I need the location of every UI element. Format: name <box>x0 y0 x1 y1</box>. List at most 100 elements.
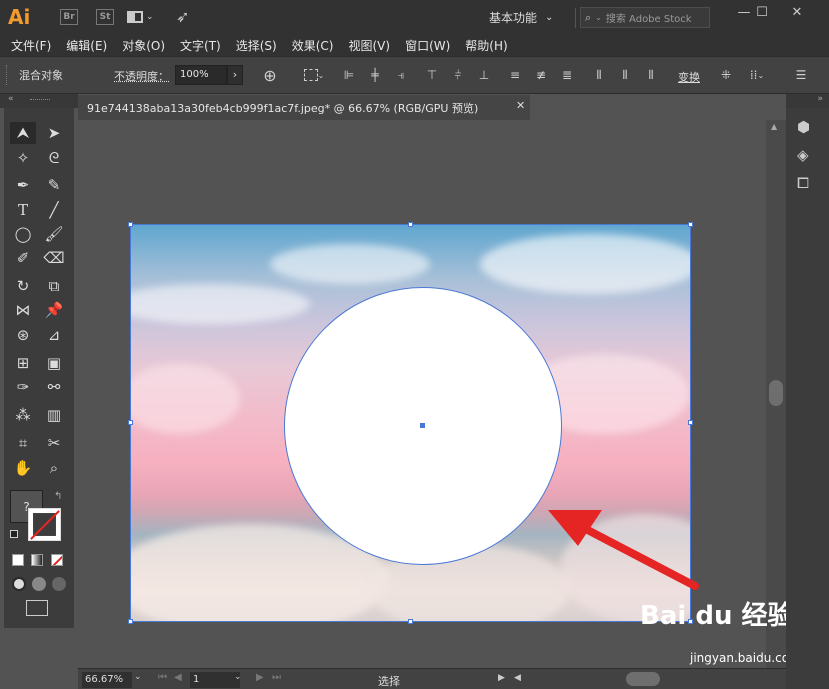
swap-fill-stroke-icon[interactable]: ↰ <box>54 491 62 502</box>
puppet-warp-tool-icon[interactable]: 📌 <box>42 299 66 321</box>
recolor-artwork-icon[interactable]: ⊕ <box>261 66 279 85</box>
menu-object[interactable]: 对象(O) <box>122 37 165 54</box>
distribute-left-icon[interactable]: ⦀ <box>590 66 608 84</box>
resize-handle[interactable] <box>128 619 133 624</box>
distribute-center-icon[interactable]: ≢ <box>532 66 550 84</box>
distribute-top-icon[interactable]: ≡ <box>506 66 524 84</box>
next-page-icon[interactable]: ▶ <box>256 672 264 683</box>
transform-link[interactable]: 变换 <box>678 69 700 85</box>
scroll-left-icon[interactable]: ◀ <box>514 673 521 683</box>
horizontal-scrollbar-thumb[interactable] <box>626 672 660 686</box>
lasso-tool-icon[interactable]: ᘓ <box>42 147 66 169</box>
chevron-down-icon[interactable]: ⌄ <box>134 672 142 682</box>
align-left-icon[interactable]: ⊫ <box>340 66 358 84</box>
column-graph-tool-icon[interactable]: ▥ <box>42 404 66 426</box>
panel-menu-icon[interactable]: ☰ <box>792 66 810 84</box>
shaper-tool-icon[interactable]: ✐ <box>11 247 35 269</box>
direct-selection-tool-icon[interactable]: ➤ <box>42 122 66 144</box>
zoom-tool-icon[interactable]: ⌕ <box>42 457 66 479</box>
line-tool-icon[interactable]: ╱ <box>42 199 66 221</box>
prev-page-icon[interactable]: ◀ <box>174 672 182 683</box>
rocket-icon[interactable]: ➶ <box>176 7 189 26</box>
menu-file[interactable]: 文件(F) <box>11 37 51 54</box>
stock-search-input[interactable]: ⌕ ⌄ 搜索 Adobe Stock <box>580 7 710 28</box>
align-to-selection-icon[interactable]: ⌄ <box>302 66 326 84</box>
type-tool-icon[interactable]: T <box>11 199 35 221</box>
right-panel-collapse-bar[interactable]: » <box>786 94 829 108</box>
resize-handle[interactable] <box>408 222 413 227</box>
menu-effect[interactable]: 效果(C) <box>292 37 334 54</box>
screen-mode-icon[interactable] <box>26 600 48 616</box>
slice-tool-icon[interactable]: ✂ <box>42 432 66 454</box>
bridge-app-button[interactable]: Br <box>60 9 78 25</box>
menu-view[interactable]: 视图(V) <box>348 37 390 54</box>
resize-handle[interactable] <box>408 619 413 624</box>
align-middle-icon[interactable]: ⫩ <box>449 66 467 84</box>
symbol-sprayer-tool-icon[interactable]: ⁂ <box>11 404 35 426</box>
artboards-icon[interactable]: ⧠ <box>797 174 809 192</box>
isolate-group-icon[interactable]: ⁜ <box>717 66 735 84</box>
tab-document[interactable]: 91e744138aba13a30feb4cb999f1ac7f.jpeg* @… <box>78 95 530 120</box>
opacity-dropdown-arrow[interactable]: › <box>227 65 243 85</box>
menu-type[interactable]: 文字(T) <box>180 37 221 54</box>
none-mode-icon[interactable] <box>51 554 63 566</box>
maximize-button[interactable]: ☐ <box>745 0 779 24</box>
align-right-icon[interactable]: ⫣ <box>392 66 410 84</box>
select-similar-icon[interactable]: ⁞⁞ ⌄ <box>743 66 771 84</box>
resize-handle[interactable] <box>128 420 133 425</box>
menu-edit[interactable]: 编辑(E) <box>66 37 107 54</box>
pen-tool-icon[interactable]: ✒ <box>11 174 35 196</box>
status-menu-arrow-icon[interactable]: ▶ <box>498 673 505 683</box>
arrange-documents-button[interactable]: ⌄ <box>127 9 161 25</box>
menu-window[interactable]: 窗口(W) <box>405 37 450 54</box>
draw-normal-icon[interactable] <box>12 577 26 591</box>
scale-tool-icon[interactable]: ⧉ <box>42 275 66 297</box>
grip-handle[interactable] <box>6 65 9 85</box>
paintbrush-tool-icon[interactable]: 🖌 <box>42 223 66 245</box>
eyedropper-tool-icon[interactable]: ✑ <box>11 376 35 398</box>
stroke-swatch[interactable] <box>28 508 61 541</box>
draw-inside-icon[interactable] <box>52 577 66 591</box>
opacity-input[interactable]: 100% <box>175 65 227 85</box>
gradient-tool-icon[interactable]: ▣ <box>42 352 66 374</box>
libraries-icon[interactable]: ⬢ <box>797 118 810 136</box>
opacity-label[interactable]: 不透明度： <box>114 68 169 84</box>
rotate-tool-icon[interactable]: ↻ <box>11 275 35 297</box>
ellipse-tool-icon[interactable]: ◯ <box>11 223 35 245</box>
curvature-tool-icon[interactable]: ✎ <box>42 174 66 196</box>
resize-handle[interactable] <box>688 420 693 425</box>
align-bottom-icon[interactable]: ⊥ <box>475 66 493 84</box>
first-page-icon[interactable]: ⏮ <box>158 672 167 683</box>
last-page-icon[interactable]: ⏭ <box>272 672 281 683</box>
selection-tool-icon[interactable]: ⮝ <box>11 122 35 144</box>
layers-icon[interactable]: ◈ <box>797 146 809 164</box>
eraser-tool-icon[interactable]: ⌫ <box>42 247 66 269</box>
align-center-icon[interactable]: ╪ <box>366 66 384 84</box>
close-tab-button[interactable]: ✕ <box>516 99 525 112</box>
scrollbar-thumb[interactable] <box>769 380 783 406</box>
zoom-level-field[interactable]: 66.67% <box>82 672 132 688</box>
resize-handle[interactable] <box>128 222 133 227</box>
magic-wand-tool-icon[interactable]: ✧ <box>11 147 35 169</box>
mesh-tool-icon[interactable]: ⊞ <box>11 352 35 374</box>
scroll-up-icon[interactable]: ▲ <box>771 122 777 131</box>
color-mode-icon[interactable] <box>12 554 24 566</box>
stock-app-button[interactable]: St <box>96 9 114 25</box>
toolbar-collapse-bar[interactable]: « <box>0 94 78 108</box>
draw-behind-icon[interactable] <box>32 577 46 591</box>
perspective-grid-tool-icon[interactable]: ⊿ <box>42 324 66 346</box>
distribute-hcenter-icon[interactable]: ⫴ <box>616 66 634 84</box>
blend-tool-icon[interactable]: ⚯ <box>42 376 66 398</box>
resize-handle[interactable] <box>688 222 693 227</box>
menu-help[interactable]: 帮助(H) <box>465 37 507 54</box>
distribute-bottom-icon[interactable]: ≣ <box>558 66 576 84</box>
width-tool-icon[interactable]: ⋈ <box>11 299 35 321</box>
shape-builder-tool-icon[interactable]: ⊛ <box>11 324 35 346</box>
hand-tool-icon[interactable]: ✋ <box>11 457 35 479</box>
page-number-field[interactable]: 1 <box>190 672 240 688</box>
close-button[interactable]: ✕ <box>780 0 814 24</box>
distribute-right-icon[interactable]: ⦀ <box>642 66 660 84</box>
menu-select[interactable]: 选择(S) <box>236 37 277 54</box>
align-top-icon[interactable]: ⊤ <box>423 66 441 84</box>
default-fill-stroke-icon[interactable] <box>10 530 18 538</box>
